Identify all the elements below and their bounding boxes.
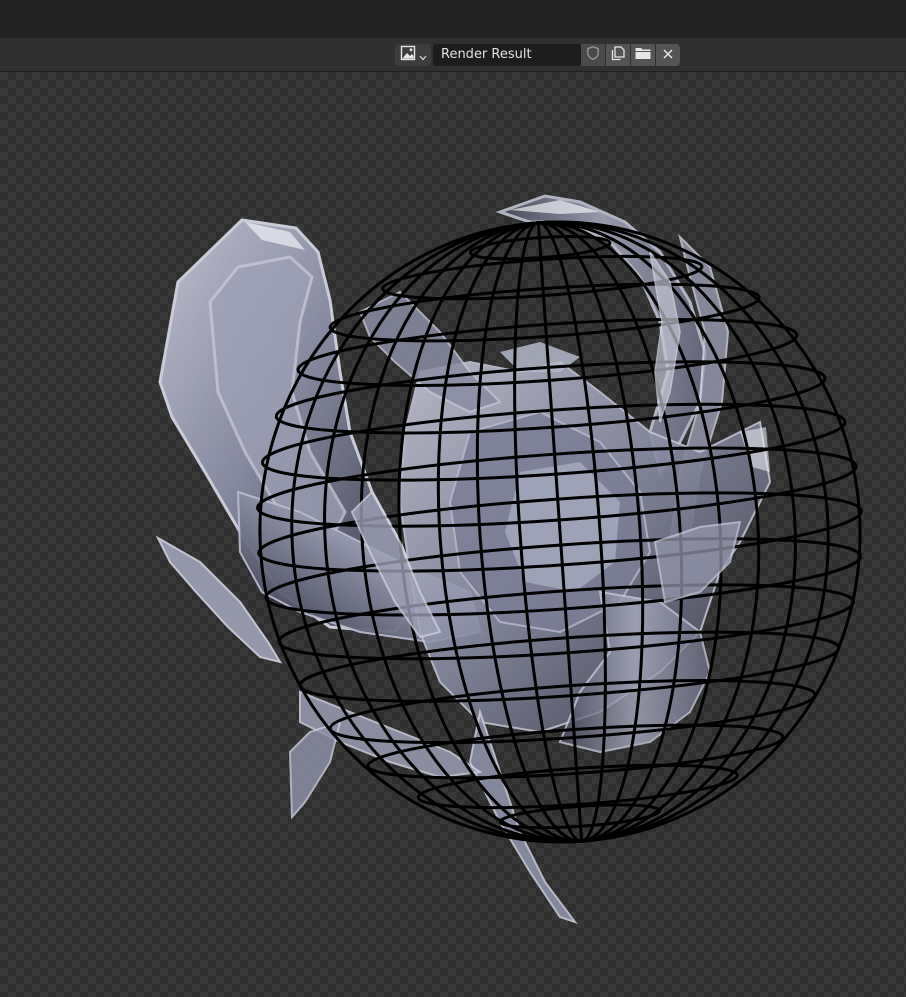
image-editor-header: Render Result: [0, 38, 906, 72]
chevron-down-icon: [419, 46, 427, 65]
duplicate-icon: [610, 45, 626, 65]
top-bar: [0, 0, 906, 39]
fake-user-button[interactable]: [581, 44, 605, 66]
folder-icon: [634, 45, 652, 65]
shield-icon: [585, 45, 601, 65]
image-browse-button[interactable]: [395, 44, 431, 66]
image-icon: [400, 45, 416, 65]
unlink-image-button[interactable]: [656, 44, 680, 66]
close-icon: [661, 46, 675, 65]
new-image-button[interactable]: [606, 44, 630, 66]
render-result-image: [155, 194, 863, 924]
open-image-button[interactable]: [631, 44, 655, 66]
render-viewport[interactable]: [0, 72, 906, 997]
image-name-field[interactable]: Render Result: [433, 44, 581, 66]
